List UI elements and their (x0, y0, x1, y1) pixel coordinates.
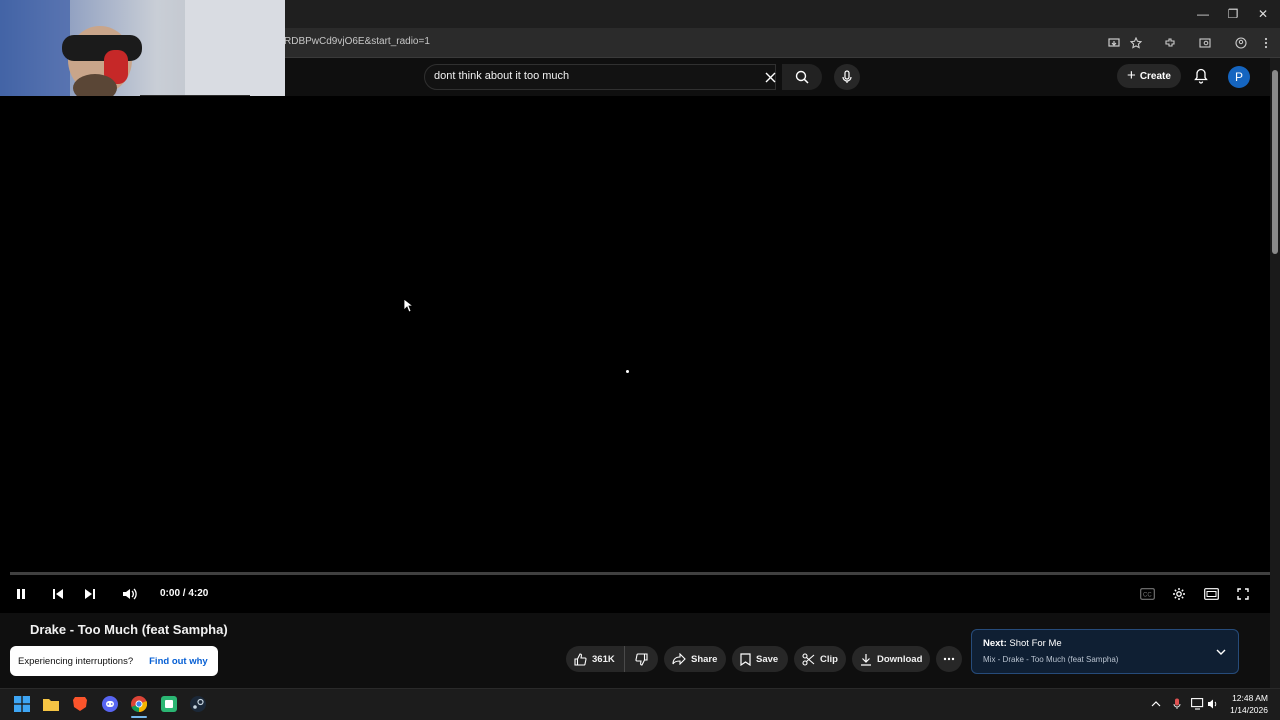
plus-icon: + (1127, 67, 1136, 84)
avatar[interactable]: P (1228, 66, 1250, 88)
mouse-cursor-icon (403, 298, 415, 318)
share-icon (672, 653, 686, 665)
save-button[interactable]: Save (732, 646, 788, 672)
time-display: 0:00 / 4:20 (160, 588, 209, 599)
fullscreen-button[interactable] (1233, 584, 1253, 604)
chevron-down-icon[interactable] (1214, 646, 1228, 658)
clip-label: Clip (820, 653, 838, 665)
download-label: Download (877, 653, 923, 665)
chrome-icon[interactable] (129, 694, 149, 714)
find-out-why-link[interactable]: Find out why (149, 656, 208, 667)
download-button[interactable]: Download (852, 646, 930, 672)
green-app-icon[interactable] (159, 694, 179, 714)
microphone-icon (842, 70, 852, 83)
fullscreen-icon (1237, 588, 1249, 600)
chevron-up-icon[interactable] (1146, 694, 1166, 714)
up-next-prefix: Next: (983, 638, 1007, 649)
like-button[interactable]: 361K (566, 646, 624, 672)
dislike-button[interactable] (624, 646, 658, 672)
side-panel-icon[interactable] (1195, 33, 1215, 53)
taskbar-clock-time[interactable]: 12:48 AM (1228, 693, 1268, 703)
pause-icon (17, 589, 25, 599)
extensions-icon[interactable] (1160, 33, 1180, 53)
notifications-bell-icon[interactable] (1192, 67, 1210, 85)
previous-button[interactable] (48, 584, 68, 604)
bookmark-icon (740, 652, 751, 666)
search-input-value[interactable]: dont think about it too much (434, 70, 569, 82)
clip-button[interactable]: Clip (794, 646, 846, 672)
minimize-button[interactable]: — (1188, 4, 1218, 24)
gear-icon (1173, 588, 1185, 600)
pause-button[interactable] (11, 584, 31, 604)
settings-button[interactable] (1169, 584, 1189, 604)
close-button[interactable]: ✕ (1248, 4, 1278, 24)
search-button[interactable] (782, 64, 822, 90)
captions-button[interactable]: CC (1137, 584, 1157, 604)
windows-start-icon[interactable] (12, 694, 32, 714)
profile-icon[interactable] (1231, 33, 1251, 53)
toast-message: Experiencing interruptions? (18, 655, 134, 667)
share-label: Share (691, 653, 718, 665)
interruptions-toast: Experiencing interruptions? Find out why (10, 646, 218, 676)
clear-search-icon[interactable] (763, 70, 777, 84)
thumbs-down-icon (635, 652, 648, 666)
browser-menu-icon[interactable] (1256, 33, 1276, 53)
volume-icon (123, 588, 137, 600)
share-button[interactable]: Share (664, 646, 726, 672)
create-label: Create (1139, 70, 1171, 82)
restore-button[interactable]: ❐ (1218, 4, 1248, 24)
up-next-subtitle: Mix - Drake - Too Much (feat Sampha) (983, 655, 1119, 664)
install-app-icon[interactable] (1104, 33, 1124, 53)
save-label: Save (756, 653, 779, 665)
bookmark-star-icon[interactable] (1126, 33, 1146, 53)
video-player[interactable] (0, 96, 1270, 613)
up-next-title[interactable]: Next: Shot For Me (983, 638, 1062, 649)
theater-mode-button[interactable] (1201, 584, 1221, 604)
voice-search-button[interactable] (834, 64, 860, 90)
more-icon (943, 657, 955, 661)
svg-text:CC: CC (1143, 593, 1152, 599)
loading-spinner (626, 370, 629, 373)
taskbar-clock-date[interactable]: 1/14/2026 (1222, 705, 1268, 715)
speaker-icon[interactable] (1203, 694, 1223, 714)
microphone-tray-icon[interactable] (1167, 694, 1187, 714)
steam-icon[interactable] (188, 694, 208, 714)
previous-icon (53, 589, 63, 599)
captions-icon: CC (1139, 588, 1155, 600)
more-actions-button[interactable] (936, 646, 962, 672)
like-count: 361K (592, 653, 615, 665)
volume-button[interactable] (120, 584, 140, 604)
file-explorer-icon[interactable] (41, 694, 61, 714)
scrollbar-thumb[interactable] (1272, 70, 1278, 254)
up-next-song: Shot For Me (1009, 638, 1062, 649)
up-next-card[interactable] (971, 629, 1239, 674)
create-button[interactable]: + Create (1117, 64, 1181, 88)
next-icon (85, 589, 95, 599)
url-text[interactable]: RDBPwCd9vjO6E&start_radio=1 (284, 36, 430, 47)
discord-icon[interactable] (100, 694, 120, 714)
next-button[interactable] (80, 584, 100, 604)
chrome-active-indicator (131, 716, 147, 718)
video-title: Drake - Too Much (feat Sampha) (30, 622, 228, 637)
download-icon (861, 653, 871, 666)
search-icon (795, 70, 809, 84)
scissors-icon (802, 652, 815, 666)
progress-bar[interactable] (10, 572, 1270, 575)
theater-icon (1203, 588, 1219, 600)
brave-icon[interactable] (70, 694, 90, 714)
thumbs-up-icon (574, 652, 587, 666)
